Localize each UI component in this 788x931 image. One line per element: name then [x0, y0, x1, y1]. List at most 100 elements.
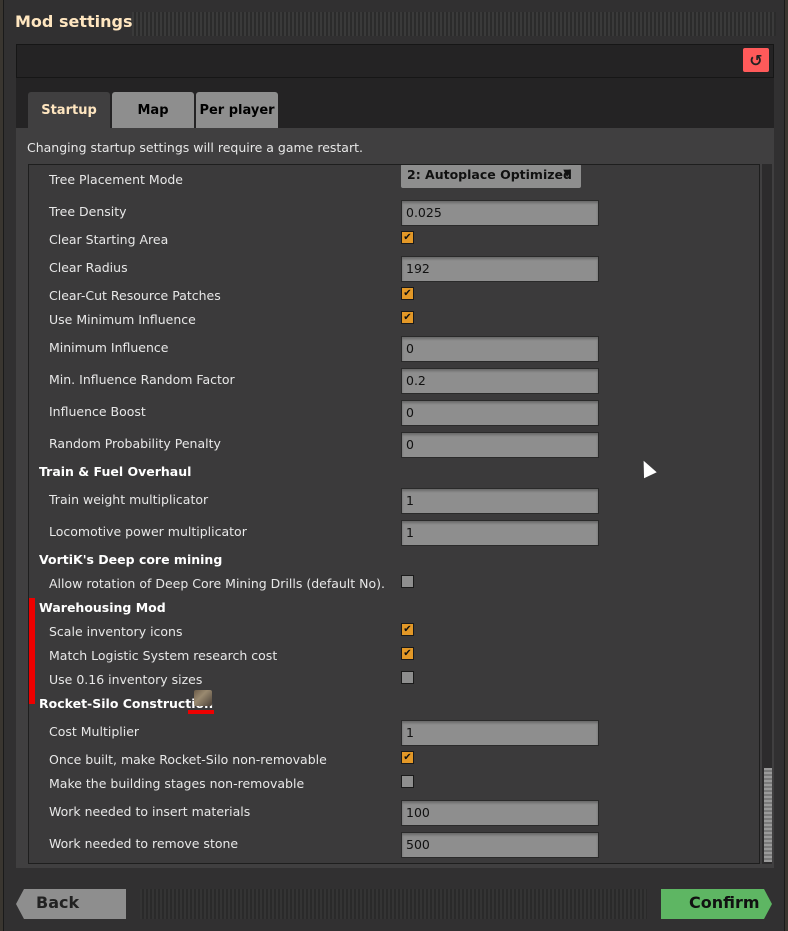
confirm-button[interactable]: Confirm	[661, 889, 772, 919]
setting-row: Scale inventory icons ✔	[29, 620, 749, 646]
setting-row: Clear Radius 192	[29, 256, 749, 282]
setting-row: Work needed to remove stone 500	[29, 832, 749, 858]
setting-label: Match Logistic System research cost	[49, 648, 278, 663]
setting-input[interactable]: 0.2	[401, 368, 599, 394]
section-header: VortiK's Deep core mining	[29, 548, 749, 574]
setting-label: Make the building stages non-removable	[49, 776, 305, 791]
scrollbar-thumb[interactable]	[764, 768, 772, 862]
setting-row: Random Probability Penalty 0	[29, 432, 749, 458]
setting-label: Min. Influence Random Factor	[49, 372, 235, 387]
setting-row: Use Minimum Influence ✔	[29, 308, 749, 334]
setting-row: Use 0.16 inventory sizes	[29, 668, 749, 694]
setting-label: Clear Starting Area	[49, 232, 169, 247]
restart-notice: Changing startup settings will require a…	[27, 140, 363, 155]
footer-drag-handle[interactable]	[140, 889, 647, 919]
scrollbar[interactable]	[762, 164, 772, 864]
section-title: VortiK's Deep core mining	[39, 552, 223, 567]
setting-label: Once built, make Rocket-Silo non-removab…	[49, 752, 327, 767]
setting-label: Tree Placement Mode	[49, 172, 183, 187]
settings-list: Tree Placement Mode 2: Autoplace Optimize…	[28, 164, 760, 864]
section-header: Warehousing Mod	[29, 596, 749, 622]
setting-checkbox[interactable]: ✔	[401, 623, 414, 636]
setting-label: Locomotive power multiplicator	[49, 524, 247, 539]
footer: Back Confirm	[4, 884, 784, 924]
setting-label: Clear-Cut Resource Patches	[49, 288, 221, 303]
setting-label: Scale inventory icons	[49, 624, 183, 639]
setting-label: Use Minimum Influence	[49, 312, 196, 327]
check-icon: ✔	[403, 648, 412, 659]
setting-label: Work needed to insert materials	[49, 804, 251, 819]
setting-checkbox[interactable]: ✔	[401, 311, 414, 324]
setting-checkbox[interactable]	[401, 775, 414, 788]
setting-label: Influence Boost	[49, 404, 146, 419]
title-bar: Mod settings	[4, 8, 784, 40]
setting-checkbox[interactable]	[401, 671, 414, 684]
setting-row: Make the building stages non-removable	[29, 772, 749, 798]
tab-startup[interactable]: Startup	[28, 92, 110, 128]
check-icon: ✔	[403, 752, 412, 763]
setting-input[interactable]: 0	[401, 400, 599, 426]
setting-dropdown[interactable]: 2: Autoplace Optimized ▼	[401, 165, 581, 188]
setting-row: Clear Starting Area ✔	[29, 228, 749, 254]
back-button[interactable]: Back	[16, 889, 126, 919]
setting-row: Tree Placement Mode 2: Autoplace Optimize…	[29, 165, 749, 194]
setting-label: Use 0.16 inventory sizes	[49, 672, 203, 687]
setting-checkbox[interactable]: ✔	[401, 231, 414, 244]
setting-input[interactable]: 192	[401, 256, 599, 282]
mod-settings-window: Mod settings ↺ Startup Map Per player Ch…	[4, 0, 784, 931]
dropdown-value: 2: Autoplace Optimized	[407, 167, 572, 182]
setting-checkbox[interactable]: ✔	[401, 647, 414, 660]
setting-row: Match Logistic System research cost ✔	[29, 644, 749, 670]
setting-row: Influence Boost 0	[29, 400, 749, 426]
setting-input[interactable]: 0.025	[401, 200, 599, 226]
setting-input[interactable]: 1	[401, 720, 599, 746]
reset-icon: ↺	[749, 50, 763, 70]
setting-label: Work needed to remove stone	[49, 836, 239, 851]
annotation-underline	[188, 710, 214, 714]
top-toolbar: ↺	[16, 44, 774, 78]
section-title: Train & Fuel Overhaul	[39, 464, 192, 479]
section-header: Rocket-Silo Construction	[29, 692, 749, 718]
rocket-silo-icon	[194, 690, 212, 706]
setting-row: Min. Influence Random Factor 0.2	[29, 368, 749, 394]
tab-strip: Startup Map Per player	[16, 78, 774, 130]
setting-row: Locomotive power multiplicator 1	[29, 520, 749, 546]
window-title: Mod settings	[15, 12, 133, 31]
tab-map[interactable]: Map	[112, 92, 194, 128]
tab-per-player[interactable]: Per player	[196, 92, 278, 128]
setting-input[interactable]: 500	[401, 832, 599, 858]
setting-row: Tree Density 0.025	[29, 200, 749, 226]
setting-input[interactable]: 100	[401, 800, 599, 826]
setting-label: Cost Multiplier	[49, 724, 140, 739]
settings-panel: Changing startup settings will require a…	[16, 128, 774, 868]
check-icon: ✔	[403, 232, 412, 243]
reset-button[interactable]: ↺	[743, 48, 769, 72]
setting-label: Tree Density	[49, 204, 127, 219]
section-title: Warehousing Mod	[39, 600, 166, 615]
annotation-bar	[29, 598, 35, 704]
setting-row: Train weight multiplicator 1	[29, 488, 749, 514]
setting-checkbox[interactable]: ✔	[401, 287, 414, 300]
setting-input[interactable]: 0	[401, 432, 599, 458]
check-icon: ✔	[403, 624, 412, 635]
setting-label: Clear Radius	[49, 260, 128, 275]
setting-input[interactable]: 0	[401, 336, 599, 362]
check-icon: ✔	[403, 312, 412, 323]
setting-checkbox[interactable]: ✔	[401, 751, 414, 764]
drag-handle[interactable]	[132, 12, 776, 36]
setting-row: Cost Multiplier 1	[29, 720, 749, 746]
setting-row: Allow rotation of Deep Core Mining Drill…	[29, 572, 749, 598]
setting-label: Minimum Influence	[49, 340, 169, 355]
section-title: Rocket-Silo Construction	[39, 696, 214, 711]
chevron-down-icon: ▼	[563, 168, 571, 179]
setting-label: Random Probability Penalty	[49, 436, 221, 451]
setting-row: Work needed to insert materials 100	[29, 800, 749, 826]
setting-row: Clear-Cut Resource Patches ✔	[29, 284, 749, 310]
check-icon: ✔	[403, 288, 412, 299]
setting-checkbox[interactable]	[401, 575, 414, 588]
setting-row: Minimum Influence 0	[29, 336, 749, 362]
setting-input[interactable]: 1	[401, 488, 599, 514]
setting-label: Train weight multiplicator	[49, 492, 209, 507]
setting-label: Allow rotation of Deep Core Mining Drill…	[49, 576, 386, 591]
setting-input[interactable]: 1	[401, 520, 599, 546]
